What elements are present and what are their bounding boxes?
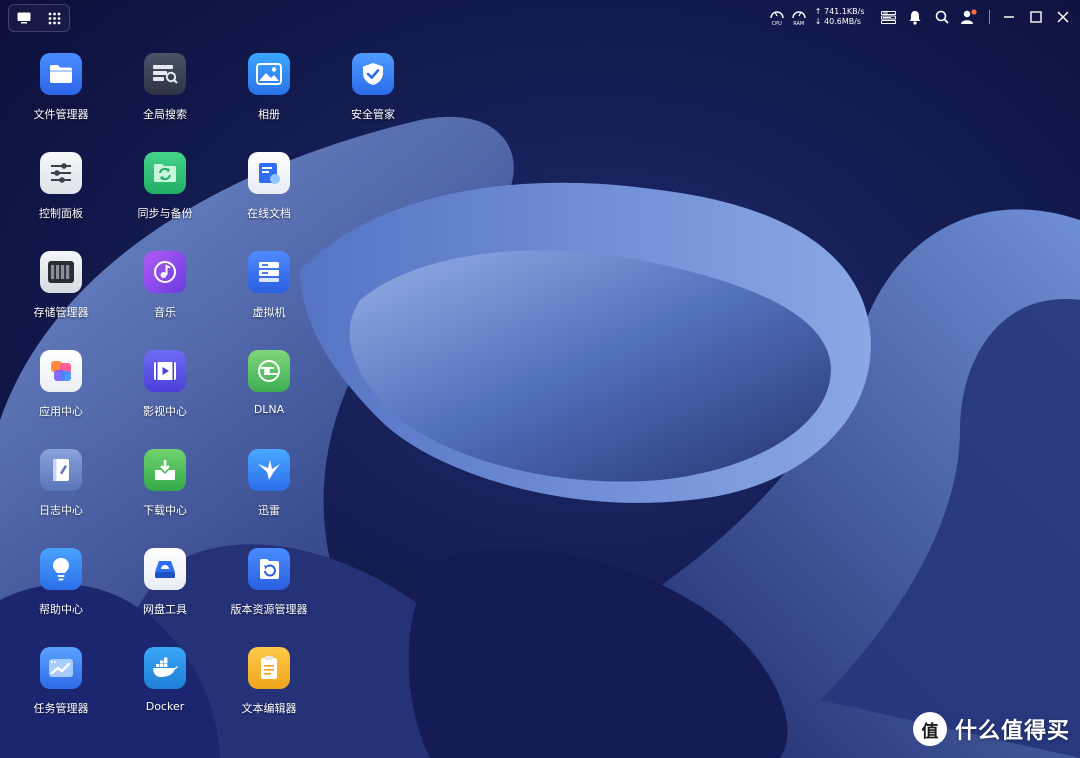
download-speed: ↓ 40.6MB/s: [815, 17, 865, 27]
top-taskbar: CPU RAM ↑ 741.1KB/s ↓ 40.6MB/s: [0, 0, 1080, 34]
security-shield-icon: [352, 53, 394, 95]
app-music[interactable]: 音乐: [113, 251, 217, 320]
app-version-explorer[interactable]: 版本资源管理器: [217, 548, 321, 617]
cloud-drive-tool-icon: [144, 548, 186, 590]
photo-album-icon: [248, 53, 290, 95]
app-label: 应用中心: [39, 405, 83, 418]
app-docker[interactable]: Docker: [113, 647, 217, 713]
smzdm-logo-glyph: 值: [921, 721, 939, 742]
download-speed-value: 40.6MB/s: [824, 17, 862, 26]
xunlei-bird-icon: [248, 449, 290, 491]
app-label: 帮助中心: [39, 603, 83, 616]
global-search-icon: [144, 53, 186, 95]
app-storage-manager[interactable]: 存储管理器: [9, 251, 113, 320]
video-center-icon: [144, 350, 186, 392]
app-label: 文件管理器: [33, 108, 89, 121]
app-cloud-drive-tool[interactable]: 网盘工具: [113, 548, 217, 617]
app-label: 相册: [258, 108, 280, 121]
app-label: 在线文档: [247, 207, 291, 220]
app-label: 同步与备份: [137, 207, 193, 220]
app-log-center[interactable]: 日志中心: [9, 449, 113, 518]
app-video-center[interactable]: 影视中心: [113, 350, 217, 419]
cpu-gauge-icon: [770, 11, 784, 19]
task-manager-icon: [40, 647, 82, 689]
app-app-center[interactable]: 应用中心: [9, 350, 113, 419]
network-speed[interactable]: ↑ 741.1KB/s ↓ 40.6MB/s: [815, 7, 865, 27]
app-label: 控制面板: [39, 207, 83, 220]
app-label: 文本编辑器: [241, 702, 297, 715]
ram-label: RAM: [793, 21, 805, 27]
smzdm-watermark: 值 什么值得买: [912, 712, 1070, 746]
app-task-manager[interactable]: 任务管理器: [9, 647, 113, 716]
app-online-docs[interactable]: 在线文档: [217, 152, 321, 221]
ram-gauge-icon: [792, 11, 806, 19]
watermark-text: 什么值得买: [954, 719, 1070, 744]
app-file-manager[interactable]: 文件管理器: [9, 53, 113, 122]
music-icon: [144, 251, 186, 293]
app-global-search[interactable]: 全局搜索: [113, 53, 217, 122]
upload-speed-value: 741.1KB/s: [824, 7, 865, 16]
smzdm-logo-icon: 值: [912, 712, 947, 746]
upload-speed: ↑ 741.1KB/s: [815, 7, 865, 17]
download-arrow-icon: ↓: [814, 17, 822, 26]
minimize-window-icon[interactable]: [998, 6, 1020, 28]
app-center-icon: [40, 350, 82, 392]
app-help-center[interactable]: 帮助中心: [9, 548, 113, 617]
ram-gauge[interactable]: RAM: [789, 7, 809, 27]
app-xunlei[interactable]: 迅雷: [217, 449, 321, 518]
text-editor-icon: [248, 647, 290, 689]
app-label: 影视中心: [143, 405, 187, 418]
resource-monitor-icon[interactable]: [877, 6, 899, 28]
upload-arrow-icon: ↑: [814, 7, 822, 16]
help-bulb-icon: [40, 548, 82, 590]
close-window-icon[interactable]: [1052, 6, 1074, 28]
app-label: 下载中心: [143, 504, 187, 517]
app-virtual-machine[interactable]: 虚拟机: [217, 251, 321, 320]
virtual-machine-icon: [248, 251, 290, 293]
search-icon[interactable]: [931, 6, 953, 28]
app-label: DLNA: [253, 403, 285, 416]
app-label: 任务管理器: [33, 702, 89, 715]
taskbar-right-group: CPU RAM ↑ 741.1KB/s ↓ 40.6MB/s: [767, 0, 1080, 34]
folder-icon: [40, 53, 82, 95]
app-label: 版本资源管理器: [230, 603, 308, 616]
online-docs-icon: [248, 152, 290, 194]
control-panel-sliders-icon: [40, 152, 82, 194]
docker-whale-icon: [144, 647, 186, 689]
app-photo-album[interactable]: 相册: [217, 53, 321, 122]
log-center-icon: [40, 449, 82, 491]
app-sync-backup[interactable]: 同步与备份: [113, 152, 217, 221]
version-explorer-icon: [248, 548, 290, 590]
app-control-panel[interactable]: 控制面板: [9, 152, 113, 221]
download-center-icon: [144, 449, 186, 491]
sync-backup-icon: [144, 152, 186, 194]
app-label: 日志中心: [39, 504, 83, 517]
app-label: 迅雷: [258, 504, 280, 517]
app-text-editor[interactable]: 文本编辑器: [217, 647, 321, 716]
app-label: 安全管家: [351, 108, 395, 121]
dlna-icon: [248, 350, 290, 392]
notification-bell-icon[interactable]: [904, 6, 926, 28]
app-download-center[interactable]: 下载中心: [113, 449, 217, 518]
taskbar-left-group: [8, 4, 70, 32]
user-account-icon[interactable]: [958, 6, 980, 28]
taskbar-divider: [988, 10, 990, 24]
app-label: 虚拟机: [252, 306, 286, 319]
app-label: 存储管理器: [33, 306, 89, 319]
maximize-window-icon[interactable]: [1025, 6, 1047, 28]
storage-manager-icon: [40, 251, 82, 293]
app-security-center[interactable]: 安全管家: [321, 53, 425, 122]
app-label: 音乐: [154, 306, 176, 319]
app-label: 全局搜索: [143, 108, 187, 121]
show-desktop-icon[interactable]: [15, 9, 33, 27]
app-label: 网盘工具: [143, 603, 187, 616]
app-launcher-grid-icon[interactable]: [45, 9, 63, 27]
app-label: Docker: [145, 700, 185, 713]
cpu-gauge[interactable]: CPU: [767, 7, 787, 27]
cpu-label: CPU: [771, 21, 782, 27]
app-dlna[interactable]: DLNA: [217, 350, 321, 416]
